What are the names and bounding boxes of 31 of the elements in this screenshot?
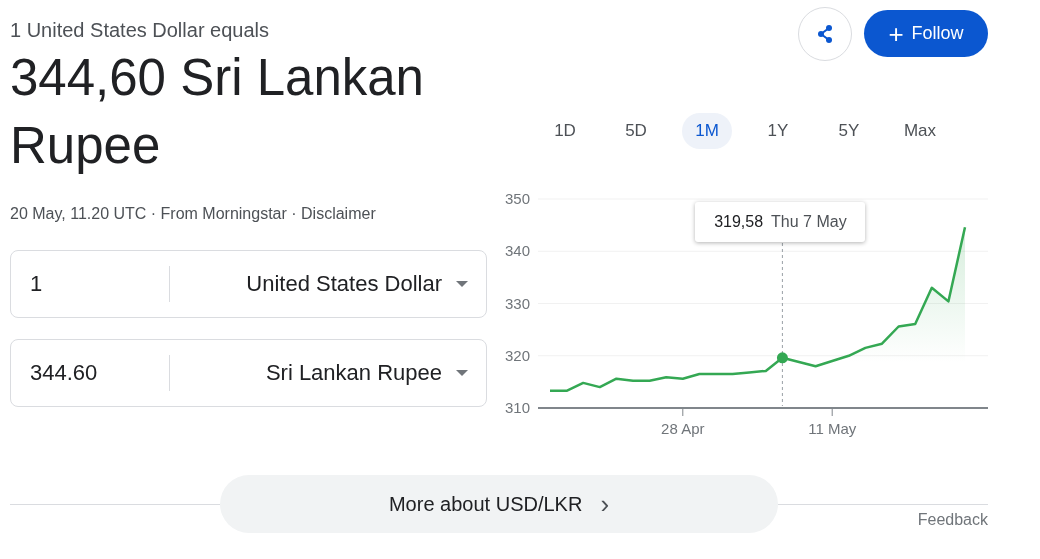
subtitle: 1 United States Dollar equals: [10, 18, 271, 42]
range-tab[interactable]: 1M: [682, 113, 732, 149]
axis-label: 310: [504, 399, 530, 416]
range-tab[interactable]: 5Y: [824, 113, 874, 149]
range-tab[interactable]: Max: [895, 113, 945, 149]
more-button[interactable]: More about USD/LKR ›: [220, 475, 778, 533]
caret-icon: [456, 370, 468, 376]
amount-field[interactable]: 1: [11, 264, 161, 304]
exchange-rate: 344,60 Sri Lankan Rupee: [10, 48, 425, 176]
disclaimer-link[interactable]: Disclaimer: [301, 205, 376, 222]
axis-label: 350: [504, 190, 530, 207]
follow-button[interactable]: + Follow: [864, 10, 988, 57]
axis-label: 320: [504, 346, 530, 364]
feedback-link[interactable]: Feedback: [917, 511, 988, 529]
currency-dropdown[interactable]: Sri Lankan Rupee: [170, 360, 486, 386]
amount-field[interactable]: 344.60: [11, 353, 161, 393]
currency-dropdown[interactable]: United States Dollar: [170, 271, 486, 297]
tooltip-date: Thu 7 May: [771, 213, 847, 231]
axis-label: 340: [504, 242, 530, 260]
range-tab[interactable]: 1D: [540, 113, 590, 149]
share-button[interactable]: [798, 6, 852, 61]
source-line: 20 May, 11.20 UTC · From Morningstar · Disclaimer: [10, 204, 377, 224]
caret-icon: [456, 281, 468, 287]
share-icon: [815, 23, 835, 44]
range-tab[interactable]: 1Y: [753, 113, 803, 149]
axis-label: 11 May: [808, 420, 857, 437]
tooltip-value: 319,58: [714, 213, 764, 231]
hover-point: [776, 352, 788, 364]
range-tab[interactable]: 5D: [611, 113, 661, 149]
axis-label: 330: [504, 294, 530, 312]
axis-label: 28 Apr: [661, 420, 705, 437]
